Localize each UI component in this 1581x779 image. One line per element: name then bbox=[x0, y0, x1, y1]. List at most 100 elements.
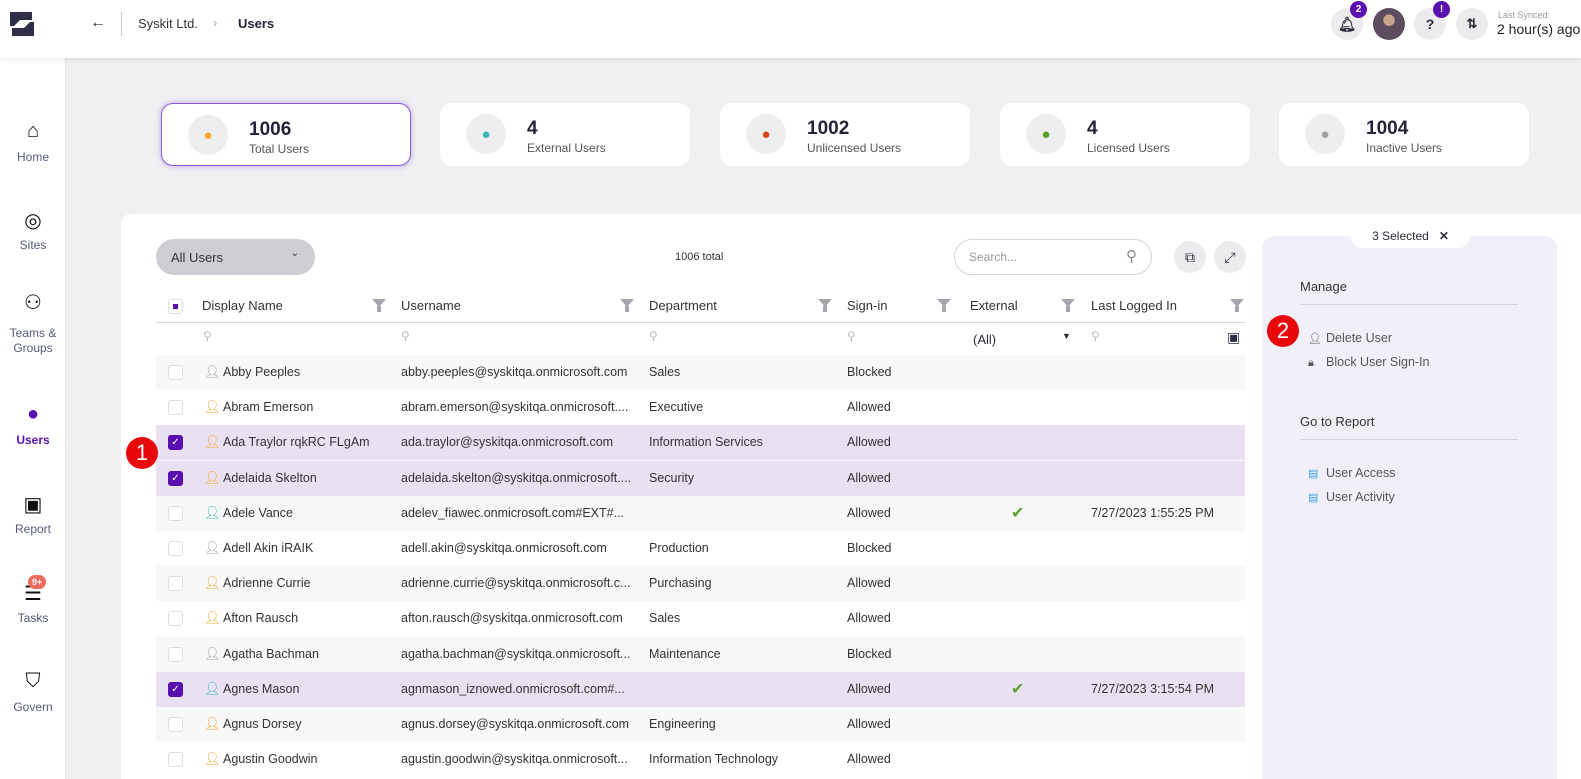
notifications-badge: 2 bbox=[1350, 1, 1367, 18]
display-name[interactable]: Agustin Goodwin bbox=[223, 752, 318, 766]
view-dropdown[interactable]: All Users ⌄ bbox=[156, 239, 315, 275]
sidebar-item-tasks[interactable]: ☰ 9+ Tasks bbox=[0, 575, 66, 625]
column-external[interactable]: External bbox=[970, 298, 1018, 313]
row-checkbox[interactable] bbox=[168, 541, 183, 556]
filter-search-icon[interactable]: ⚲ bbox=[649, 329, 658, 343]
display-name[interactable]: Adelaida Skelton bbox=[223, 471, 317, 485]
display-name[interactable]: Abby Peeples bbox=[223, 365, 300, 379]
expand-button[interactable]: ⤢ bbox=[1214, 241, 1246, 273]
display-name[interactable]: Adele Vance bbox=[223, 506, 293, 520]
help-badge: ! bbox=[1433, 1, 1450, 18]
row-checkbox[interactable] bbox=[168, 611, 183, 627]
user-type-icon: 👤︎ bbox=[204, 680, 221, 696]
syskit-logo[interactable] bbox=[6, 8, 38, 40]
filter-icon[interactable] bbox=[818, 299, 832, 312]
column-department[interactable]: Department bbox=[649, 298, 717, 313]
filter-search-icon[interactable]: ⚲ bbox=[1091, 329, 1100, 343]
table-row[interactable]: ✓ 👤︎ Adelaida Skelton adelaida.skelton@s… bbox=[156, 460, 1245, 496]
department: Sales bbox=[649, 611, 681, 626]
stat-card[interactable]: ● 4 External Users bbox=[440, 103, 690, 166]
table-row[interactable]: 👤︎ Adele Vance adelev_fiawec.onmicrosoft… bbox=[156, 495, 1245, 531]
table-row[interactable]: ✓ 👤︎ Ada Traylor rqkRC FLgAm ada.traylor… bbox=[156, 425, 1245, 461]
display-name[interactable]: Agatha Bachman bbox=[223, 647, 319, 661]
filter-icon[interactable] bbox=[1230, 299, 1244, 312]
sidebar-item-report[interactable]: ▣ Report bbox=[0, 492, 66, 536]
display-name[interactable]: Abram Emerson bbox=[223, 400, 313, 414]
table-row[interactable]: 👤︎ Abby Peeples abby.peeples@syskitqa.on… bbox=[156, 355, 1245, 390]
caret-down-icon[interactable]: ▼ bbox=[1062, 331, 1071, 341]
row-checkbox[interactable] bbox=[168, 365, 183, 380]
row-checkbox[interactable] bbox=[168, 576, 183, 592]
row-checkbox[interactable] bbox=[168, 400, 183, 416]
department: Maintenance bbox=[649, 646, 721, 661]
export-button[interactable]: ⧉ bbox=[1174, 241, 1206, 273]
user-type-icon: 👤︎ bbox=[204, 716, 221, 731]
filter-icon[interactable] bbox=[937, 299, 951, 312]
row-checkbox[interactable]: ✓ bbox=[168, 470, 183, 486]
user-activity-report-link[interactable]: ▤ User Activity bbox=[1308, 490, 1395, 504]
breadcrumb-syskit[interactable]: Syskit Ltd. bbox=[138, 16, 198, 31]
row-checkbox[interactable] bbox=[168, 505, 183, 521]
user-icon: ● bbox=[26, 403, 40, 425]
user-avatar[interactable] bbox=[1373, 8, 1405, 40]
table-row[interactable]: 👤︎ Abram Emerson abram.emerson@syskitqa.… bbox=[156, 390, 1245, 426]
column-sign-in[interactable]: Sign-in bbox=[847, 298, 887, 313]
calendar-icon[interactable]: ▣ bbox=[1227, 329, 1240, 346]
username: agatha.bachman@syskitqa.onmicrosoft... bbox=[401, 646, 631, 661]
row-checkbox[interactable]: ✓ bbox=[168, 681, 183, 697]
select-all-checkbox[interactable] bbox=[168, 299, 183, 314]
delete-user-action[interactable]: 👤︎ Delete User bbox=[1308, 331, 1392, 345]
bell-icon: 🔔︎ bbox=[1338, 15, 1356, 32]
sign-in-status: Allowed bbox=[847, 611, 891, 626]
sync-button[interactable]: ⇅ bbox=[1456, 8, 1488, 40]
sidebar-item-sites[interactable]: ◎ Sites bbox=[0, 208, 66, 252]
row-checkbox[interactable]: ✓ bbox=[168, 435, 183, 451]
table-row[interactable]: 👤︎ Adrienne Currie adrienne.currie@syski… bbox=[156, 566, 1245, 602]
row-checkbox[interactable] bbox=[168, 646, 183, 662]
table-row[interactable]: ✓ 👤︎ Agnes Mason agnmason_iznowed.onmicr… bbox=[156, 671, 1245, 707]
filter-search-icon[interactable]: ⚲ bbox=[847, 329, 856, 343]
filter-icon[interactable] bbox=[372, 299, 386, 312]
top-bar: ← Syskit Ltd. › Users 🔔︎ 2 ? ! ⇅ Last Sy… bbox=[0, 0, 1581, 58]
search-input[interactable]: Search... ⚲ bbox=[954, 239, 1152, 275]
external-filter-select[interactable]: (All) bbox=[973, 332, 996, 347]
filter-icon[interactable] bbox=[620, 299, 634, 312]
display-name[interactable]: Agnes Mason bbox=[223, 682, 299, 696]
filter-search-icon[interactable]: ⚲ bbox=[401, 329, 410, 343]
display-name[interactable]: Adrienne Currie bbox=[223, 576, 311, 590]
stat-value: 1006 bbox=[249, 119, 292, 140]
sidebar-item-users[interactable]: ● Users bbox=[0, 403, 66, 447]
chevron-down-icon: ⌄ bbox=[290, 248, 299, 259]
display-name[interactable]: Agnus Dorsey bbox=[223, 717, 302, 731]
divider bbox=[1300, 304, 1518, 305]
table-row[interactable]: 👤︎ Agustin Goodwin agustin.goodwin@syski… bbox=[156, 742, 1245, 778]
row-checkbox[interactable] bbox=[168, 717, 183, 732]
user-type-icon: 👤︎ bbox=[204, 575, 221, 591]
column-username[interactable]: Username bbox=[401, 298, 461, 313]
sidebar-label: Govern bbox=[13, 700, 53, 714]
filter-search-icon[interactable]: ⚲ bbox=[203, 329, 212, 343]
column-display-name[interactable]: Display Name bbox=[202, 298, 283, 313]
sign-in-status: Allowed bbox=[847, 505, 891, 520]
close-icon[interactable]: ✕ bbox=[1439, 229, 1449, 243]
display-name[interactable]: Afton Rausch bbox=[223, 611, 298, 625]
display-name[interactable]: Adell Akin iRAIK bbox=[223, 541, 313, 555]
sidebar-item-govern[interactable]: ⛉ Govern bbox=[0, 670, 66, 714]
filter-icon[interactable] bbox=[1061, 299, 1075, 312]
row-checkbox[interactable] bbox=[168, 752, 183, 768]
back-button[interactable]: ← bbox=[90, 14, 106, 32]
stat-card[interactable]: ● 4 Licensed Users bbox=[1000, 103, 1250, 166]
stat-card[interactable]: ● 1002 Unlicensed Users bbox=[720, 103, 970, 166]
stat-card[interactable]: ● 1006 Total Users bbox=[161, 103, 411, 166]
stat-card[interactable]: ● 1004 Inactive Users bbox=[1279, 103, 1529, 166]
table-row[interactable]: 👤︎ Adell Akin iRAIK adell.akin@syskitqa.… bbox=[156, 531, 1245, 566]
user-access-report-link[interactable]: ▤ User Access bbox=[1308, 466, 1395, 480]
block-sign-in-action[interactable]: 🔒︎ Block User Sign-In bbox=[1308, 355, 1430, 370]
table-row[interactable]: 👤︎ Agatha Bachman agatha.bachman@syskitq… bbox=[156, 636, 1245, 672]
table-row[interactable]: 👤︎ Afton Rausch afton.rausch@syskitqa.on… bbox=[156, 601, 1245, 637]
table-row[interactable]: 👤︎ Agnus Dorsey agnus.dorsey@syskitqa.on… bbox=[156, 707, 1245, 742]
display-name[interactable]: Ada Traylor rqkRC FLgAm bbox=[223, 435, 370, 449]
sidebar-item-teams-groups[interactable]: ⚇ Teams & Groups bbox=[0, 293, 66, 356]
sidebar-item-home[interactable]: ⌂ Home bbox=[0, 120, 66, 164]
column-last-logged-in[interactable]: Last Logged In bbox=[1091, 298, 1177, 313]
